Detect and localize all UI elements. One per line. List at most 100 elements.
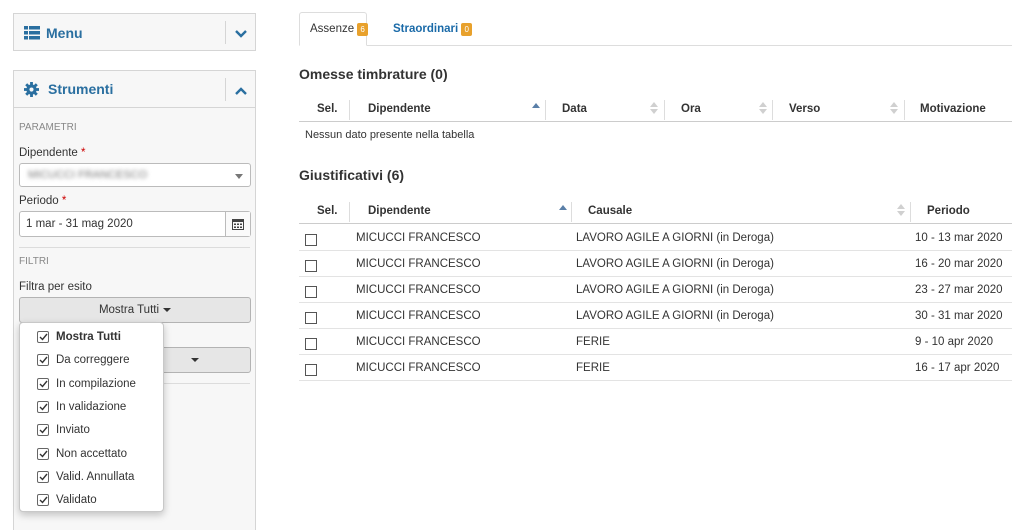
cell-period: 30 - 31 mar 2020 xyxy=(915,310,1003,322)
show-all-dropdown-button[interactable]: Mostra Tutti xyxy=(19,297,251,323)
tools-title: Strumenti xyxy=(48,81,114,97)
menu-expand-toggle[interactable] xyxy=(225,21,255,44)
omissions-title: Omesse timbrature (0) xyxy=(299,66,448,82)
tab-overtime-label: Straordinari xyxy=(393,23,459,35)
col-employee[interactable]: Dipendente xyxy=(368,198,431,224)
col-direction[interactable]: Verso xyxy=(789,96,820,122)
cell-reason: LAVORO AGILE A GIORNI (in Deroga) xyxy=(576,258,774,270)
col-employee[interactable]: Dipendente xyxy=(368,96,431,122)
col-time[interactable]: Ora xyxy=(681,96,701,122)
employee-label: Dipendente * xyxy=(19,147,86,159)
calendar-icon[interactable] xyxy=(225,212,250,236)
caret-down-icon xyxy=(163,308,172,312)
filter-option[interactable]: In validazione xyxy=(20,397,163,417)
filter-option[interactable]: Non accettato xyxy=(20,444,163,464)
row-select-checkbox[interactable] xyxy=(305,286,317,298)
sort-both-icon[interactable] xyxy=(897,203,905,220)
tools-header[interactable]: Strumenti xyxy=(14,71,255,108)
table-row[interactable]: MICUCCI FRANCESCO LAVORO AGILE A GIORNI (… xyxy=(299,251,1012,277)
cell-reason: FERIE xyxy=(576,362,610,374)
outcome-filter-dropdown: Mostra Tutti Da correggere In compilazione… xyxy=(19,322,164,512)
table-row[interactable]: MICUCCI FRANCESCO FERIE 9 - 10 apr 2020 xyxy=(299,329,1012,355)
cell-employee: MICUCCI FRANCESCO xyxy=(356,258,481,270)
col-reason[interactable]: Causale xyxy=(588,198,632,224)
cell-period: 16 - 20 mar 2020 xyxy=(915,258,1003,270)
checkbox-checked-icon[interactable] xyxy=(37,494,49,507)
checkbox-checked-icon[interactable] xyxy=(37,447,49,460)
filter-option-label: Inviato xyxy=(56,424,90,437)
menu-title: Menu xyxy=(46,24,83,41)
tab-absences-badge: 6 xyxy=(357,22,369,36)
table-row[interactable]: MICUCCI FRANCESCO FERIE 16 - 17 apr 2020 xyxy=(299,355,1012,381)
period-field[interactable]: 1 mar - 31 mag 2020 xyxy=(19,211,251,237)
filter-option-label: Validato xyxy=(56,494,97,507)
tab-absences-label: Assenze xyxy=(310,23,355,35)
filter-option-label: In validazione xyxy=(56,400,127,413)
row-select-checkbox[interactable] xyxy=(305,364,317,376)
row-select-checkbox[interactable] xyxy=(305,260,317,272)
divider xyxy=(19,247,250,248)
row-select-checkbox[interactable] xyxy=(305,312,317,324)
sort-both-icon[interactable] xyxy=(650,101,658,118)
filter-option-label: In compilazione xyxy=(56,377,136,390)
filter-option-label: Mostra Tutti xyxy=(56,331,121,343)
column-separator xyxy=(910,202,911,222)
col-sel: Sel. xyxy=(317,205,338,217)
checkbox-checked-icon[interactable] xyxy=(37,400,49,413)
sort-asc-icon[interactable] xyxy=(532,101,540,118)
column-separator xyxy=(349,202,350,222)
filter-option[interactable]: In compilazione xyxy=(20,374,163,394)
table-row[interactable]: MICUCCI FRANCESCO LAVORO AGILE A GIORNI (… xyxy=(299,303,1012,329)
filter-option-label: Valid. Annullata xyxy=(56,470,135,483)
checkbox-checked-icon[interactable] xyxy=(37,377,49,390)
gear-icon xyxy=(24,81,39,97)
filter-option[interactable]: Validato xyxy=(20,490,163,510)
cell-employee: MICUCCI FRANCESCO xyxy=(356,284,481,296)
cell-reason: LAVORO AGILE A GIORNI (in Deroga) xyxy=(576,232,774,244)
column-separator xyxy=(571,202,572,222)
cell-employee: MICUCCI FRANCESCO xyxy=(356,362,481,374)
filter-outcome-label: Filtra per esito xyxy=(19,281,92,293)
menu-panel: Menu xyxy=(13,13,256,51)
checkbox-checked-icon[interactable] xyxy=(37,331,49,343)
cell-reason: LAVORO AGILE A GIORNI (in Deroga) xyxy=(576,310,774,322)
checkbox-checked-icon[interactable] xyxy=(37,470,49,483)
filters-section-label: FILTRI xyxy=(19,256,49,267)
cell-period: 10 - 13 mar 2020 xyxy=(915,232,1003,244)
col-sel: Sel. xyxy=(317,103,338,115)
period-value: 1 mar - 31 mag 2020 xyxy=(26,218,133,230)
checkbox-checked-icon[interactable] xyxy=(37,424,49,437)
cell-period: 9 - 10 apr 2020 xyxy=(915,336,994,348)
cell-period: 16 - 17 apr 2020 xyxy=(915,362,1000,374)
col-motivation[interactable]: Motivazione xyxy=(920,96,986,122)
filter-option[interactable]: Valid. Annullata xyxy=(20,467,163,487)
cell-reason: LAVORO AGILE A GIORNI (in Deroga) xyxy=(576,284,774,296)
sort-both-icon[interactable] xyxy=(759,101,767,118)
caret-down-icon xyxy=(191,358,199,362)
column-separator xyxy=(664,100,665,120)
cell-employee: MICUCCI FRANCESCO xyxy=(356,232,481,244)
col-period[interactable]: Periodo xyxy=(927,198,970,224)
row-select-checkbox[interactable] xyxy=(305,234,317,246)
row-select-checkbox[interactable] xyxy=(305,338,317,350)
table-row[interactable]: MICUCCI FRANCESCO LAVORO AGILE A GIORNI (… xyxy=(299,225,1012,251)
tab-bar: Assenze 6 Straordinari 0 xyxy=(299,12,1012,46)
filter-option[interactable]: Inviato xyxy=(20,420,163,440)
sort-both-icon[interactable] xyxy=(890,101,898,118)
col-date[interactable]: Data xyxy=(562,96,587,122)
filter-option-label: Da correggere xyxy=(56,354,130,367)
tab-absences[interactable]: Assenze 6 xyxy=(299,12,369,46)
employee-select[interactable]: MICUCCI FRANCESCO xyxy=(19,163,251,187)
tab-overtime[interactable]: Straordinari 0 xyxy=(383,12,482,46)
tools-collapse-toggle[interactable] xyxy=(225,78,255,101)
filter-option[interactable]: Mostra Tutti xyxy=(20,327,163,347)
chevron-up-icon xyxy=(234,82,247,98)
sort-asc-icon[interactable] xyxy=(559,203,567,220)
tab-overtime-badge: 0 xyxy=(461,22,473,36)
checkbox-checked-icon[interactable] xyxy=(37,354,49,367)
show-all-label: Mostra Tutti xyxy=(98,304,160,316)
filter-option[interactable]: Da correggere xyxy=(20,350,163,370)
table-row[interactable]: MICUCCI FRANCESCO LAVORO AGILE A GIORNI (… xyxy=(299,277,1012,303)
menu-header[interactable]: Menu xyxy=(14,14,255,51)
justifications-table-header: Sel. Dipendente Causale Periodo xyxy=(299,198,1012,224)
